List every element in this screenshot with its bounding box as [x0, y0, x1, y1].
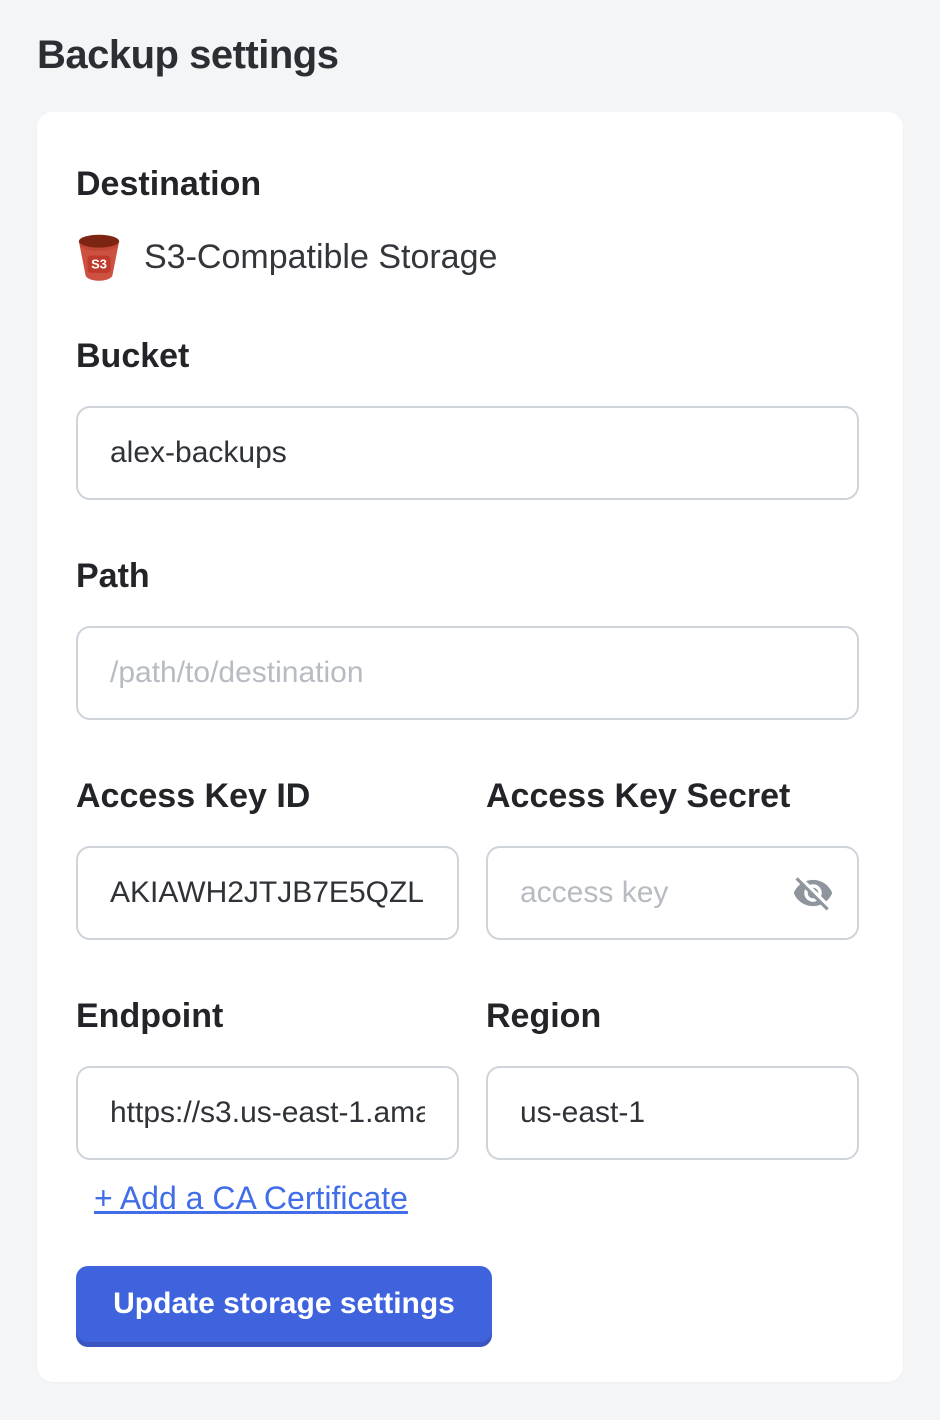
eye-off-icon[interactable] — [791, 871, 835, 915]
endpoint-field: Endpoint — [76, 996, 459, 1160]
endpoint-region-row: Endpoint Region — [76, 996, 859, 1160]
path-field: Path — [76, 556, 859, 720]
access-key-secret-field: Access Key Secret — [486, 776, 859, 940]
access-key-secret-label: Access Key Secret — [486, 776, 859, 816]
endpoint-label: Endpoint — [76, 996, 459, 1036]
svg-text:S3: S3 — [91, 257, 107, 272]
access-keys-row: Access Key ID Access Key Secret — [76, 776, 859, 996]
access-key-id-field: Access Key ID — [76, 776, 459, 940]
access-key-id-label: Access Key ID — [76, 776, 459, 816]
s3-bucket-icon: S3 — [76, 231, 122, 283]
bucket-field: Bucket — [76, 336, 859, 500]
backup-settings-card: Destination S3 S3-Compatible Storage Buc… — [37, 112, 903, 1382]
add-ca-certificate-link[interactable]: + Add a CA Certificate — [94, 1180, 408, 1216]
endpoint-input[interactable] — [76, 1066, 459, 1160]
bucket-input[interactable] — [76, 406, 859, 500]
backup-settings-page: Backup settings Destination S3 S3-Compat… — [0, 0, 940, 1382]
path-label: Path — [76, 556, 859, 596]
path-input[interactable] — [76, 626, 859, 720]
bucket-label: Bucket — [76, 336, 859, 376]
access-key-id-input[interactable] — [76, 846, 459, 940]
region-label: Region — [486, 996, 859, 1036]
update-storage-settings-button[interactable]: Update storage settings — [76, 1266, 492, 1342]
page-title: Backup settings — [37, 32, 903, 78]
destination-label: Destination — [76, 164, 859, 204]
region-field: Region — [486, 996, 859, 1160]
destination-provider-row: S3 S3-Compatible Storage — [76, 228, 859, 286]
region-input[interactable] — [486, 1066, 859, 1160]
provider-name: S3-Compatible Storage — [144, 237, 497, 277]
